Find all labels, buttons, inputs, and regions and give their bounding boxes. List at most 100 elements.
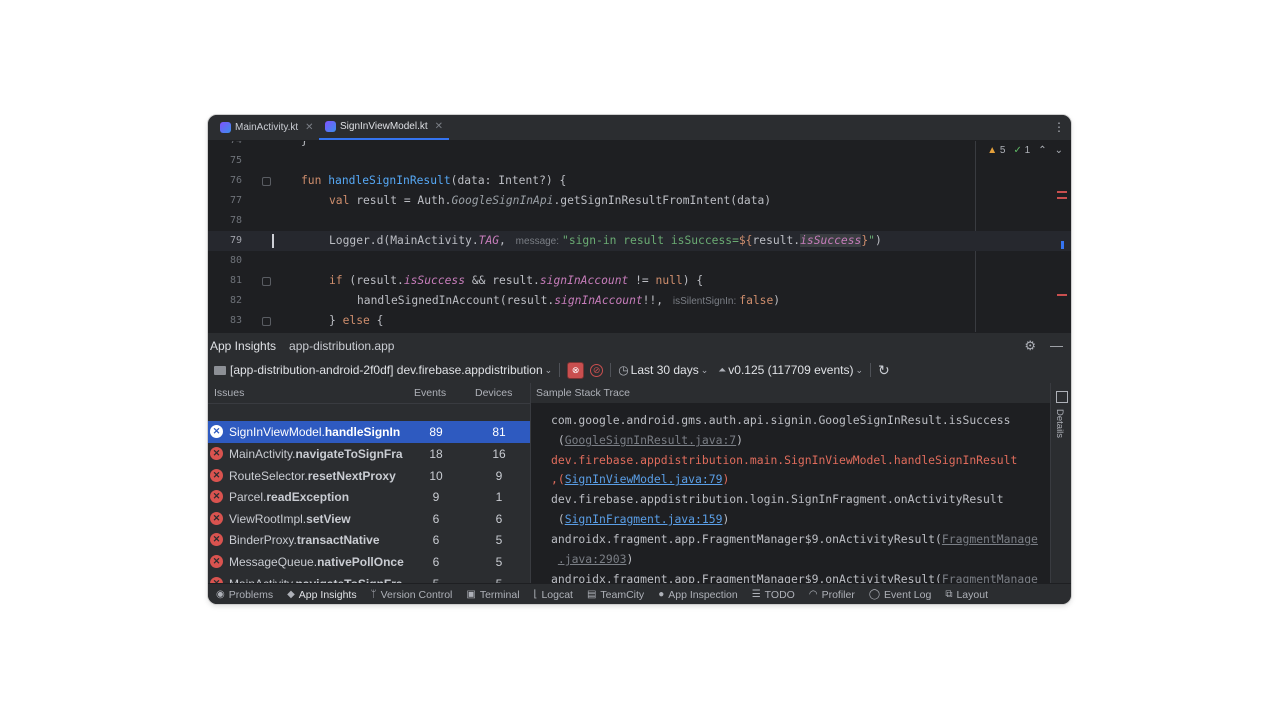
separator (610, 363, 612, 377)
issue-row[interactable]: ✕ RouteSelector.resetNextProxy 10 9 (208, 465, 530, 487)
fold-marker-icon[interactable] (262, 177, 271, 186)
ide-window: MainActivity.kt ✕ SignInViewModel.kt ✕ ⋮… (208, 115, 1071, 604)
issues-table: Issues Events Devices ✕ SignInViewModel.… (208, 383, 530, 591)
stack-frame-location: (GoogleSignInResult.java:7) (551, 433, 744, 447)
line-number: 74 (218, 141, 242, 151)
details-tab[interactable]: Details (1054, 409, 1065, 438)
warning-count[interactable]: ▲ 5 (987, 145, 1005, 156)
separator (870, 363, 872, 377)
inspection-widget[interactable]: ▲ 5 ✓ 1 ⌃ ⌄ (987, 145, 1063, 156)
version-selector[interactable]: ⏶ v0.125 (117709 events) ⌄ (718, 363, 863, 377)
logcat-icon: ⌊ (533, 589, 538, 600)
code-line: 74 } (208, 141, 1071, 151)
chevron-down-icon: ⌄ (700, 364, 709, 375)
issue-events: 18 (429, 447, 443, 461)
chevron-up-icon[interactable]: ⌃ (1038, 145, 1046, 156)
code-line: 82 handleSignedInAccount(result.signInAc… (208, 291, 1071, 311)
nonfatal-filter-icon[interactable]: ⊘ (590, 363, 604, 377)
stack-frame: dev.firebase.appdistribution.main.SignIn… (551, 453, 1018, 467)
line-number: 82 (229, 295, 242, 306)
code-line: 80 (208, 251, 1071, 271)
tab-signinviewmodel[interactable]: SignInViewModel.kt ✕ (319, 115, 450, 140)
refresh-icon[interactable]: ↻ (878, 362, 890, 379)
project-selector[interactable]: [app-distribution-android-2f0df] dev.fir… (230, 363, 552, 377)
minimize-icon[interactable]: — (1050, 338, 1063, 354)
tool-logcat[interactable]: ⌊ Logcat (534, 589, 573, 601)
android-icon: ⏶ (718, 364, 727, 376)
kotlin-file-icon (325, 121, 336, 132)
issue-name: BinderProxy.transactNative (229, 533, 380, 547)
code-line: 78 (208, 211, 1071, 231)
source-link[interactable]: GoogleSignInResult.java:7 (565, 433, 736, 447)
tool-app-inspection[interactable]: ● App Inspection (658, 589, 738, 601)
issue-devices: 5 (495, 533, 503, 547)
chevron-down-icon: ⌄ (855, 364, 864, 375)
tab-mainactivity[interactable]: MainActivity.kt ✕ (214, 115, 320, 140)
stack-trace-panel: Sample Stack Trace com.google.android.gm… (530, 383, 1052, 583)
error-stripe[interactable] (1057, 141, 1069, 332)
fold-marker-icon[interactable] (262, 277, 271, 286)
issue-row[interactable]: ✕ MessageQueue.nativePollOnce 6 5 (208, 551, 530, 573)
tool-app-insights[interactable]: ◆ App Insights (287, 589, 357, 601)
code-line: 77 val result = Auth.GoogleSignInApi.get… (208, 191, 1071, 211)
issue-events: 6 (432, 533, 440, 547)
error-icon: ✕ (210, 490, 223, 503)
tool-problems[interactable]: ◉ Problems (216, 589, 273, 601)
details-side-panel[interactable]: Details (1050, 383, 1071, 583)
tool-version-control[interactable]: ᛘ Version Control (371, 589, 453, 601)
parameter-hint: message: (515, 236, 560, 247)
fold-marker-icon[interactable] (262, 317, 271, 326)
issue-row[interactable]: ✕ ViewRootImpl.setView 6 6 (208, 508, 530, 530)
column-header-issues[interactable]: Issues (214, 387, 244, 399)
code-text: } (301, 141, 308, 151)
table-icon[interactable] (1056, 391, 1068, 403)
source-link[interactable]: FragmentManage (942, 532, 1038, 546)
issue-devices: 9 (495, 469, 503, 483)
error-marker[interactable] (1057, 294, 1067, 296)
check-count[interactable]: ✓ 1 (1013, 145, 1030, 156)
close-icon[interactable]: ✕ (435, 121, 443, 132)
fatal-filter-icon[interactable]: ⊗ (567, 361, 585, 379)
source-link[interactable]: .java:2903 (558, 552, 627, 566)
line-number: 76 (229, 175, 242, 186)
kotlin-file-icon (220, 122, 231, 133)
text-caret (272, 234, 274, 248)
close-icon[interactable]: ✕ (305, 122, 313, 133)
source-link[interactable]: SignInViewModel.java:79 (565, 472, 723, 486)
error-marker[interactable] (1057, 197, 1067, 199)
source-link[interactable]: FragmentManage (942, 572, 1038, 583)
code-editor[interactable]: 74 } 75 76 fun handleSignInResult(data: … (208, 141, 1071, 332)
code-text: if (result.isSuccess && result.signInAcc… (329, 274, 704, 287)
insights-toolbar: [app-distribution-android-2f0df] dev.fir… (208, 358, 1071, 382)
folder-icon (214, 365, 226, 375)
tool-profiler[interactable]: ◠ Profiler (809, 589, 855, 601)
more-options-icon[interactable]: ⋮ (1053, 120, 1065, 134)
tool-terminal[interactable]: ▣ Terminal (466, 589, 519, 601)
stack-frame-location: .java:2903) (557, 552, 634, 566)
issue-row[interactable]: ✕ SignInViewModel.handleSignIn 89 81 (208, 421, 530, 443)
gear-icon[interactable]: ⚙ (1024, 338, 1036, 354)
code-line: 76 fun handleSignInResult(data: Intent?)… (208, 171, 1071, 191)
code-text: } else { (329, 314, 384, 327)
tool-todo[interactable]: ☰ TODO (752, 589, 795, 601)
issue-row[interactable]: ✕ Parcel.readException 9 1 (208, 486, 530, 508)
scroll-thumb[interactable] (1061, 241, 1064, 249)
stack-trace-header: Sample Stack Trace (531, 383, 1052, 403)
code-line-current: 79 Logger.d(MainActivity.TAG, message: "s… (208, 231, 1071, 251)
time-range-selector[interactable]: ◷ Last 30 days ⌄ (618, 363, 708, 377)
tool-layout[interactable]: ⧉ Layout (945, 589, 988, 601)
event-log-icon: ◯ (868, 589, 881, 600)
tool-event-log[interactable]: ◯ Event Log (869, 589, 932, 601)
error-icon: ✕ (210, 533, 223, 546)
line-number: 80 (229, 255, 242, 266)
tool-teamcity[interactable]: ▤ TeamCity (587, 589, 644, 601)
source-link[interactable]: SignInFragment.java:159 (565, 512, 723, 526)
issue-row[interactable]: ✕ MainActivity.navigateToSignFra 18 16 (208, 443, 530, 465)
column-header-devices[interactable]: Devices (475, 387, 512, 399)
issue-row[interactable]: ✕ BinderProxy.transactNative 6 5 (208, 529, 530, 551)
code-text: handleSignedInAccount(result.signInAccou… (357, 294, 781, 307)
tool-window-tab[interactable]: app-distribution.app (289, 339, 394, 353)
error-marker[interactable] (1057, 191, 1067, 193)
column-header-events[interactable]: Events (414, 387, 446, 399)
issue-devices: 6 (495, 512, 503, 526)
